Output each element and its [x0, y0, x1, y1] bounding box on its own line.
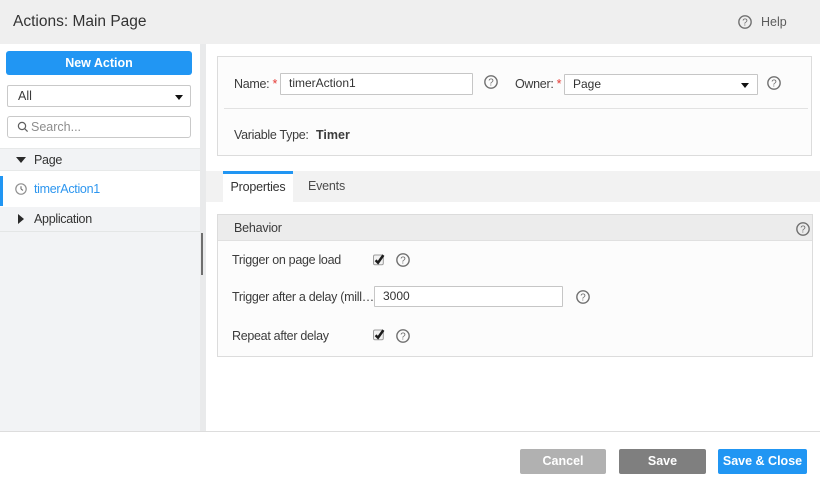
svg-text:?: ?: [400, 331, 406, 342]
svg-text:?: ?: [580, 292, 586, 303]
svg-text:?: ?: [800, 224, 806, 235]
svg-text:?: ?: [742, 17, 748, 28]
svg-text:?: ?: [400, 255, 406, 266]
svg-text:?: ?: [771, 78, 777, 89]
svg-text:?: ?: [488, 77, 494, 88]
